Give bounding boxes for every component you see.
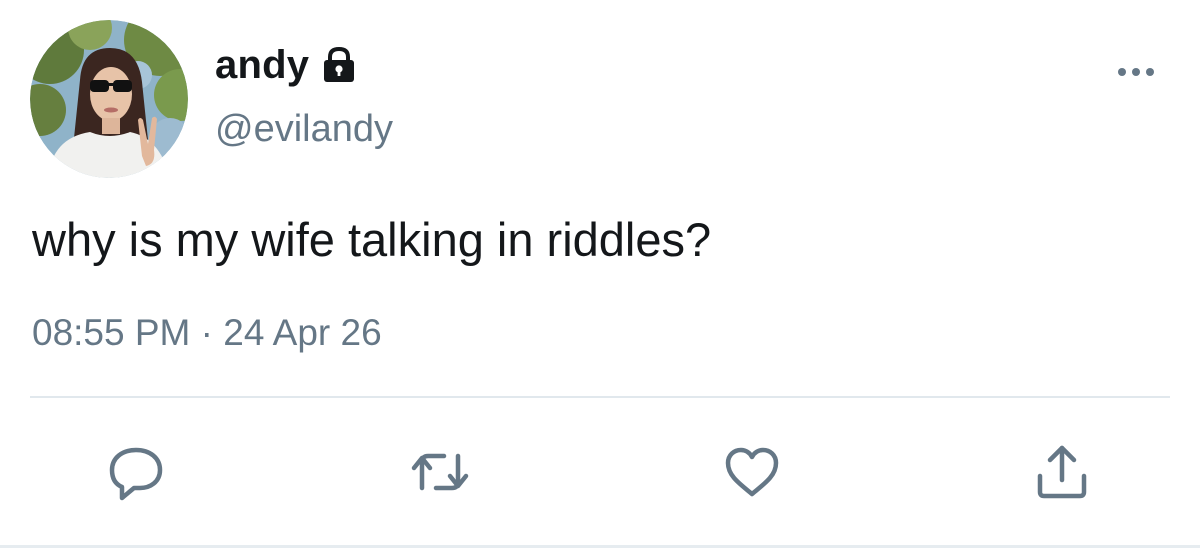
tweet-text: why is my wife talking in riddles? bbox=[32, 213, 712, 266]
user-handle[interactable]: @evilandy bbox=[215, 108, 393, 151]
heart-icon bbox=[725, 447, 779, 497]
share-button[interactable] bbox=[1030, 440, 1094, 504]
reply-button[interactable] bbox=[104, 440, 168, 504]
bottom-border bbox=[0, 545, 1200, 548]
tweet-timestamp[interactable]: 08:55 PM · 24 Apr 26 bbox=[32, 312, 382, 354]
reply-icon bbox=[109, 447, 163, 501]
divider bbox=[30, 396, 1170, 398]
share-icon bbox=[1037, 445, 1087, 499]
more-options-icon[interactable] bbox=[1112, 60, 1160, 84]
avatar[interactable] bbox=[30, 20, 188, 178]
tweet-card: andy @evilandy why is my wife talking in… bbox=[0, 0, 1200, 560]
retweet-icon bbox=[411, 453, 469, 491]
retweet-button[interactable] bbox=[408, 440, 472, 504]
profile-photo-image bbox=[30, 20, 188, 178]
author-row: andy bbox=[215, 40, 359, 90]
like-button[interactable] bbox=[720, 440, 784, 504]
display-name[interactable]: andy bbox=[215, 43, 309, 88]
lock-icon bbox=[319, 45, 359, 85]
